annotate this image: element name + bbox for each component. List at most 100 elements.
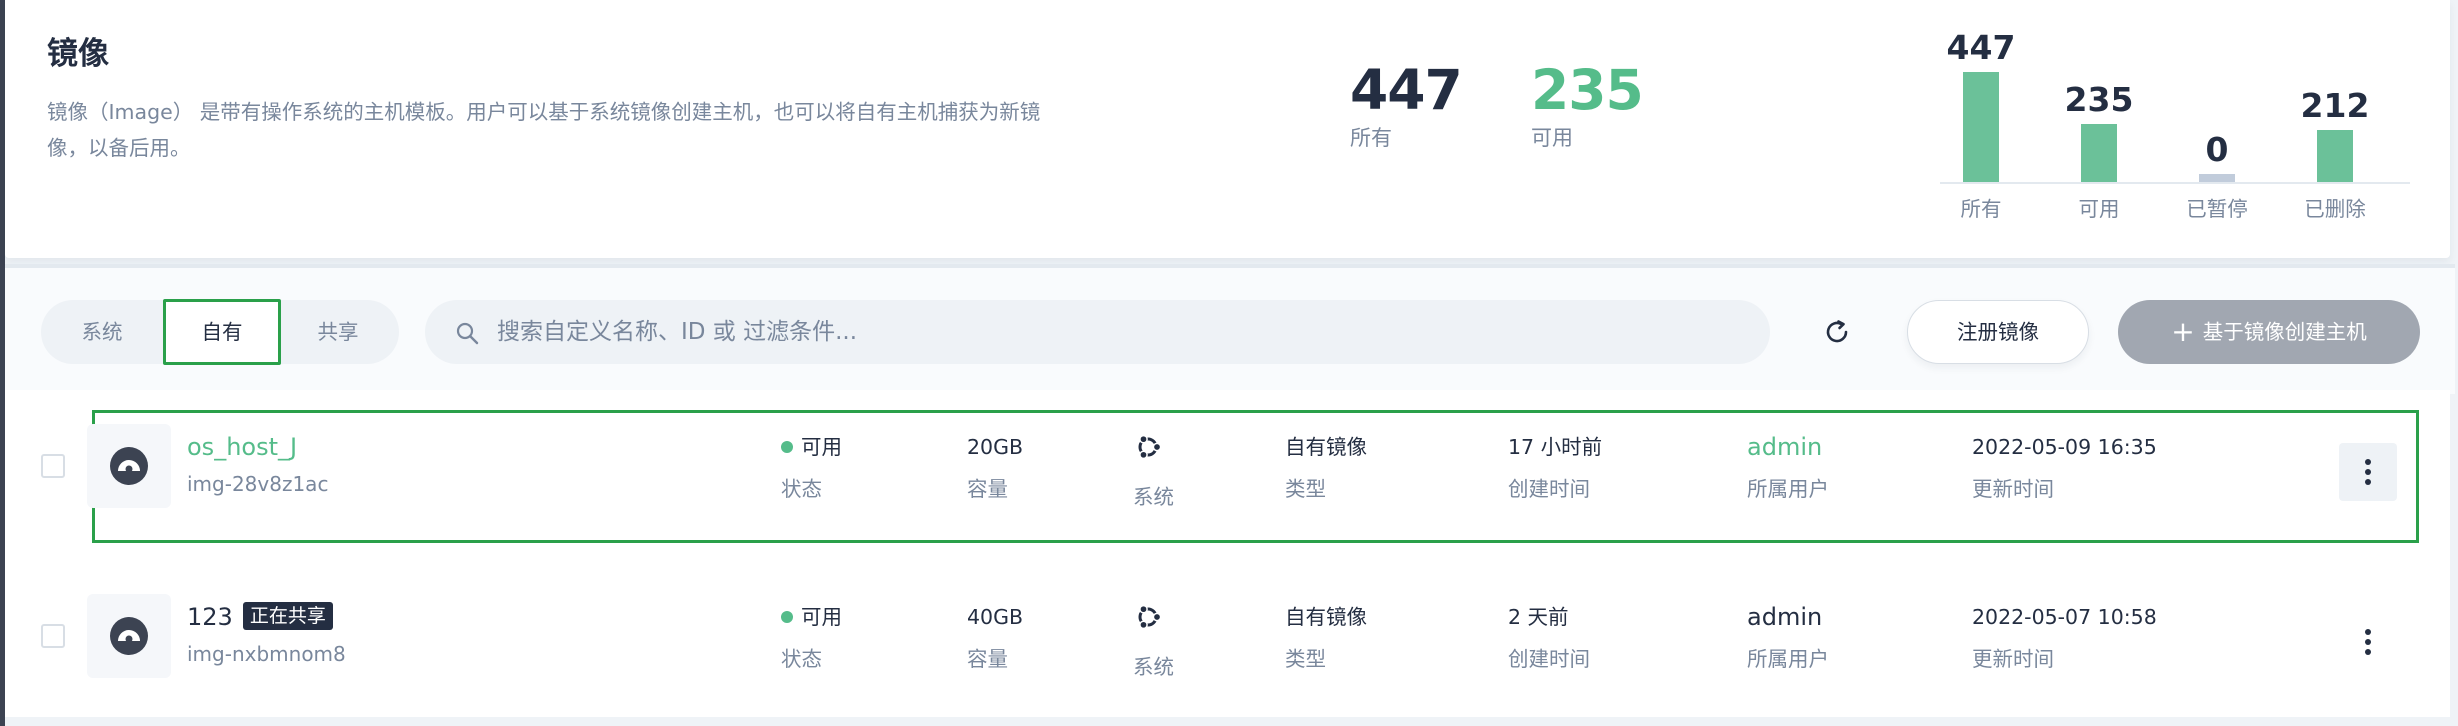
- image-avatar: [87, 424, 171, 508]
- ubuntu-icon: [1138, 434, 1162, 460]
- size-cell: 40GB 容量: [967, 602, 1023, 672]
- stat-available: 235 可用: [1531, 58, 1644, 152]
- os-cell: 系统: [1133, 602, 1174, 680]
- type-label: 类型: [1285, 477, 1326, 501]
- created-cell: 17 小时前 创建时间: [1508, 432, 1602, 502]
- row-checkbox[interactable]: [41, 624, 65, 648]
- sharing-badge: 正在共享: [242, 602, 333, 630]
- status-mini-chart: 447 所有 235 可用 0 已暂停 212 已删除: [1940, 0, 2410, 240]
- owner-cell: admin 所属用户: [1747, 432, 1829, 502]
- updated-cell: 2022-05-09 16:35 更新时间: [1972, 432, 2157, 502]
- refresh-icon[interactable]: [1822, 317, 1852, 347]
- stat-available-label: 可用: [1531, 126, 1573, 150]
- mini-chart-col-all: 447 所有: [1944, 0, 2018, 240]
- tab-shared[interactable]: 共享: [279, 300, 397, 364]
- type-cell: 自有镜像 类型: [1285, 432, 1367, 502]
- stat-total-label: 所有: [1350, 126, 1392, 150]
- os-label: 系统: [1133, 655, 1174, 679]
- owner-value[interactable]: admin: [1747, 432, 1829, 462]
- image-avatar: [87, 594, 171, 678]
- created-value: 17 小时前: [1508, 435, 1603, 459]
- mini-chart-bar: [2199, 174, 2235, 182]
- size-value: 20GB: [967, 435, 1024, 459]
- image-name-link[interactable]: 123: [187, 603, 233, 631]
- row-checkbox[interactable]: [41, 454, 65, 478]
- ubuntu-icon: [1138, 604, 1162, 630]
- status-label: 状态: [781, 477, 822, 501]
- status-dot-icon: [781, 441, 793, 453]
- image-name-link[interactable]: os_host_J: [187, 433, 297, 461]
- status-cell: 可用 状态: [781, 432, 842, 502]
- stat-total-value: 447: [1350, 58, 1463, 122]
- owner-label: 所属用户: [1747, 477, 1829, 501]
- updated-label: 更新时间: [1972, 477, 2054, 501]
- stat-available-value: 235: [1531, 58, 1644, 122]
- table-row[interactable]: 123 正在共享 img-nxbmnom8 可用 状态 40GB 容量 系统 自有…: [5, 552, 2450, 717]
- page-banner: 镜像 镜像（Image） 是带有操作系统的主机模板。用户可以基于系统镜像创建主机…: [5, 0, 2450, 258]
- status-cell: 可用 状态: [781, 602, 842, 672]
- tab-own[interactable]: 自有: [163, 299, 281, 365]
- created-label: 创建时间: [1508, 477, 1590, 501]
- owner-label: 所属用户: [1747, 647, 1829, 671]
- table-row[interactable]: os_host_J img-28v8z1ac 可用 状态 20GB 容量 系统 …: [5, 390, 2450, 555]
- updated-cell: 2022-05-07 10:58 更新时间: [1972, 602, 2157, 672]
- updated-value: 2022-05-09 16:35: [1972, 435, 2157, 459]
- search-box: [425, 300, 1770, 364]
- status-label: 状态: [781, 647, 822, 671]
- type-value: 自有镜像: [1285, 435, 1367, 459]
- type-cell: 自有镜像 类型: [1285, 602, 1367, 672]
- status-dot-icon: [781, 611, 793, 623]
- os-cell: 系统: [1133, 432, 1174, 510]
- page-description: 镜像（Image） 是带有操作系统的主机模板。用户可以基于系统镜像创建主机，也可…: [47, 100, 1041, 160]
- register-image-button[interactable]: 注册镜像: [1907, 300, 2089, 364]
- page-title: 镜像: [47, 36, 109, 72]
- image-id: img-nxbmnom8: [187, 642, 346, 666]
- more-dot-icon: [2365, 459, 2371, 465]
- status-value: 可用: [801, 435, 842, 459]
- search-input[interactable]: [497, 300, 1747, 364]
- create-host-from-image-button[interactable]: + 基于镜像创建主机: [2118, 300, 2420, 364]
- image-name-cell: 123 正在共享 img-nxbmnom8: [187, 600, 346, 666]
- owner-cell: admin 所属用户: [1747, 602, 1829, 672]
- mini-chart-label: 可用: [2078, 197, 2120, 221]
- mini-chart-col-available: 235 可用: [2062, 0, 2136, 240]
- mini-chart-value: 0: [2205, 130, 2229, 169]
- more-dot-icon: [2365, 479, 2371, 485]
- toolbar: 系统 自有 共享 注册镜像 + 基于镜像创建主机: [5, 264, 2455, 394]
- more-dot-icon: [2365, 639, 2371, 645]
- search-icon: [456, 322, 479, 345]
- created-value: 2 天前: [1508, 605, 1569, 629]
- mini-chart-value: 235: [2064, 80, 2134, 119]
- size-label: 容量: [967, 477, 1008, 501]
- mini-chart-bar: [1963, 72, 1999, 182]
- plus-icon: +: [2171, 315, 2195, 348]
- more-actions-button[interactable]: [2339, 443, 2397, 501]
- os-label: 系统: [1133, 485, 1174, 509]
- mini-chart-value: 447: [1946, 28, 2016, 67]
- updated-label: 更新时间: [1972, 647, 2054, 671]
- mini-chart-label: 所有: [1960, 197, 2002, 221]
- image-source-tabs: 系统 自有 共享: [41, 299, 399, 365]
- mini-chart-bar: [2081, 124, 2117, 182]
- updated-value: 2022-05-07 10:58: [1972, 605, 2157, 629]
- image-disc-icon: [110, 617, 148, 655]
- created-label: 创建时间: [1508, 647, 1590, 671]
- image-disc-icon: [110, 447, 148, 485]
- image-name-cell: os_host_J img-28v8z1ac: [187, 430, 328, 496]
- mini-chart-label: 已删除: [2304, 197, 2366, 221]
- mini-chart-bar: [2317, 130, 2353, 182]
- image-id: img-28v8z1ac: [187, 472, 329, 496]
- mini-chart-col-deleted: 212 已删除: [2298, 0, 2372, 240]
- created-cell: 2 天前 创建时间: [1508, 602, 1590, 672]
- tab-system[interactable]: 系统: [43, 300, 161, 364]
- size-label: 容量: [967, 647, 1008, 671]
- mini-chart-value: 212: [2300, 86, 2370, 125]
- more-dot-icon: [2365, 629, 2371, 635]
- more-actions-button[interactable]: [2339, 613, 2397, 671]
- type-label: 类型: [1285, 647, 1326, 671]
- owner-value[interactable]: admin: [1747, 602, 1829, 632]
- mini-chart-col-paused: 0 已暂停: [2180, 0, 2254, 240]
- mini-chart-label: 已暂停: [2186, 197, 2248, 221]
- more-dot-icon: [2365, 469, 2371, 475]
- status-value: 可用: [801, 605, 842, 629]
